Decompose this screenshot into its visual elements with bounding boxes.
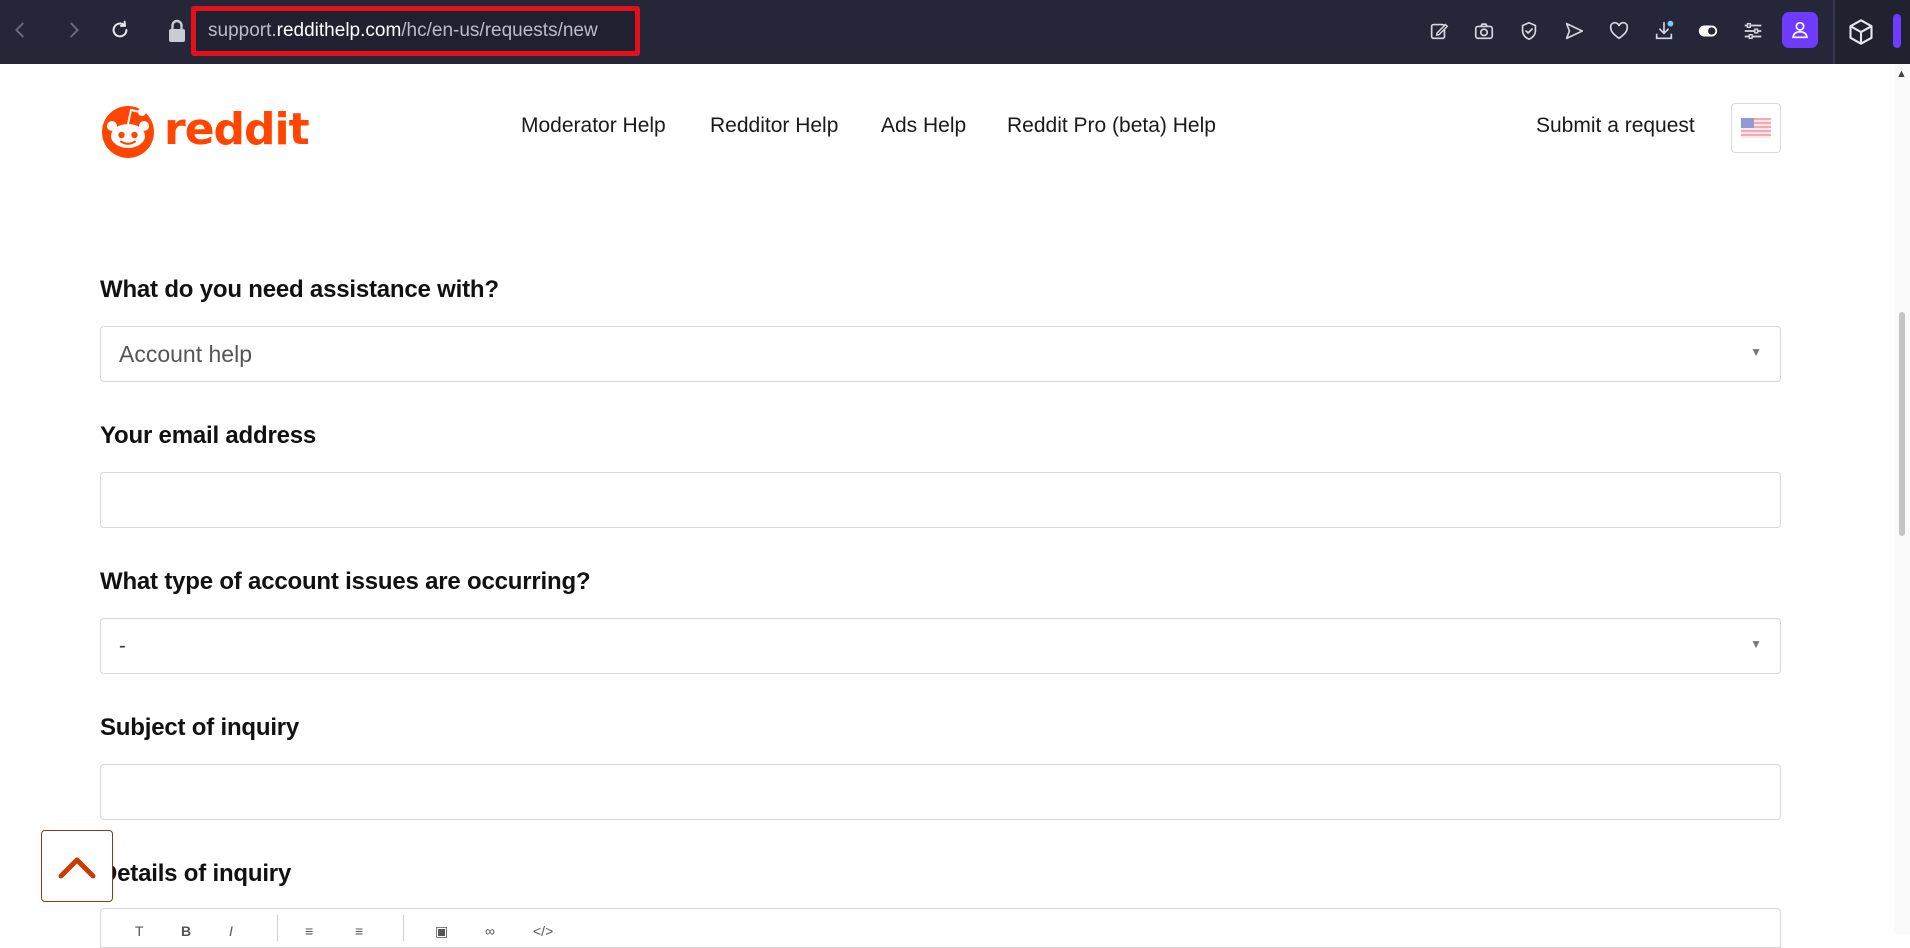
reddit-logo[interactable]: reddit — [100, 102, 310, 158]
assistance-select-value: Account help — [119, 340, 252, 367]
heart-icon[interactable] — [1604, 16, 1634, 46]
subject-label: Subject of inquiry — [100, 714, 300, 741]
chevron-down-icon: ▼ — [1750, 637, 1762, 651]
nav-reddit-pro-help[interactable]: Reddit Pro (beta) Help — [1007, 114, 1216, 138]
sliders-icon[interactable] — [1738, 16, 1768, 46]
back-to-top-button[interactable] — [41, 830, 113, 902]
email-field-container — [100, 472, 1781, 528]
lock-icon[interactable] — [166, 18, 188, 44]
us-flag-icon — [1741, 118, 1771, 138]
chevron-up-icon — [58, 857, 96, 879]
email-label: Your email address — [100, 422, 317, 449]
image-icon[interactable]: ▣ — [435, 923, 448, 940]
url-prefix: support. — [208, 20, 277, 41]
numbered-list-icon[interactable]: ≡ — [355, 923, 363, 939]
bold-button[interactable]: B — [181, 923, 191, 939]
toggle-icon[interactable] — [1693, 16, 1723, 46]
browser-toolbar: support. reddithelp.com/hc/en-us/requests… — [0, 0, 1910, 64]
shield-check-icon[interactable] — [1514, 16, 1544, 46]
nav-ads-help[interactable]: Ads Help — [881, 114, 966, 138]
italic-button[interactable]: I — [229, 923, 233, 939]
details-label: Details of inquiry — [100, 860, 292, 887]
nav-moderator-help[interactable]: Moderator Help — [521, 114, 666, 138]
address-bar[interactable]: support. reddithelp.com/hc/en-us/requests… — [191, 6, 640, 56]
forward-icon[interactable] — [58, 14, 90, 46]
subject-field-container — [100, 764, 1781, 820]
profile-icon[interactable] — [1782, 12, 1818, 48]
back-icon[interactable] — [4, 14, 36, 46]
snoo-icon — [102, 106, 154, 158]
code-icon[interactable]: </> — [533, 923, 553, 939]
scroll-up-icon[interactable]: ▲ — [1896, 68, 1907, 80]
logo-text: reddit — [164, 104, 310, 155]
bulleted-list-icon[interactable]: ≡ — [305, 923, 313, 939]
camera-icon[interactable] — [1469, 16, 1499, 46]
reload-icon[interactable] — [104, 14, 136, 46]
scrollbar-thumb[interactable] — [1899, 312, 1905, 536]
edit-icon[interactable] — [1424, 16, 1454, 46]
issue-type-label: What type of account issues are occurrin… — [100, 568, 591, 595]
details-editor-toolbar: T B I ≡ ≡ ▣ ∞ </> — [100, 908, 1781, 948]
toolbar-divider — [403, 915, 404, 941]
nav-redditor-help[interactable]: Redditor Help — [710, 114, 838, 138]
send-icon[interactable] — [1559, 16, 1589, 46]
assistance-label: What do you need assistance with? — [100, 276, 499, 303]
assistance-select[interactable]: Account help ▼ — [100, 326, 1781, 382]
email-field[interactable] — [101, 473, 1780, 527]
toolbar-divider — [277, 915, 278, 941]
extension-box-icon[interactable] — [1847, 18, 1875, 46]
chevron-down-icon: ▼ — [1750, 345, 1762, 359]
submit-request-link[interactable]: Submit a request — [1536, 114, 1695, 138]
download-icon[interactable] — [1649, 16, 1679, 46]
issue-type-select[interactable]: - ▼ — [100, 618, 1781, 674]
url-path: /hc/en-us/requests/new — [401, 20, 598, 41]
url-host: reddithelp.com — [276, 20, 402, 41]
subject-input[interactable] — [101, 765, 1780, 819]
issue-type-select-value: - — [119, 634, 126, 657]
language-selector[interactable] — [1731, 103, 1781, 153]
sidebar-accent[interactable] — [1893, 14, 1901, 48]
text-format-button[interactable]: T — [135, 923, 144, 939]
link-icon[interactable]: ∞ — [485, 923, 495, 939]
